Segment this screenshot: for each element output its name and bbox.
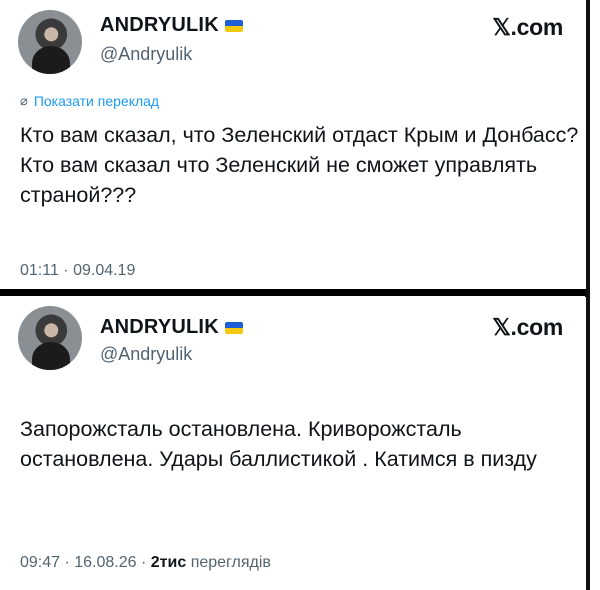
tweet-timestamp[interactable]: 01:11 · 09.04.19: [20, 262, 135, 280]
avatar[interactable]: [18, 10, 82, 74]
screenshot-stack: ANDRYULIK @Andryulik 𝕏.com ⌀ Показати пе…: [0, 0, 600, 590]
views-label: переглядів: [190, 554, 271, 571]
translate-label: Показати переклад: [33, 93, 160, 109]
views-count: 2тис: [150, 554, 187, 571]
right-border: [586, 0, 590, 590]
site-logo: 𝕏.com: [492, 314, 563, 340]
display-name[interactable]: ANDRYULIK: [100, 14, 219, 37]
globe-icon: ⌀: [20, 93, 28, 108]
ukraine-flag-icon: [224, 19, 243, 32]
tweet-card-1: ANDRYULIK @Andryulik 𝕏.com ⌀ Показати пе…: [0, 0, 585, 290]
handle[interactable]: @Andryulik: [100, 44, 192, 65]
tweet-card-2: ANDRYULIK @Andryulik 𝕏.com Запорожсталь …: [0, 296, 585, 590]
author-name-row: ANDRYULIK: [100, 316, 243, 339]
translate-link[interactable]: ⌀ Показати переклад: [20, 93, 159, 109]
author-name-row: ANDRYULIK: [100, 14, 243, 37]
avatar[interactable]: [18, 306, 82, 370]
ukraine-flag-icon: [224, 321, 243, 334]
site-logo: 𝕏.com: [492, 14, 563, 40]
tweet-meta: 09:47 · 16.08.26 · 2тис переглядів: [20, 554, 271, 572]
tweet-timestamp[interactable]: 09:47 · 16.08.26 ·: [20, 554, 151, 571]
tweet-text: Кто вам сказал, что Зеленский отдаст Кры…: [20, 123, 579, 207]
tweet-text: Запорожсталь остановлена. Криворожсталь …: [20, 417, 537, 471]
handle[interactable]: @Andryulik: [100, 344, 192, 365]
display-name[interactable]: ANDRYULIK: [100, 316, 219, 339]
